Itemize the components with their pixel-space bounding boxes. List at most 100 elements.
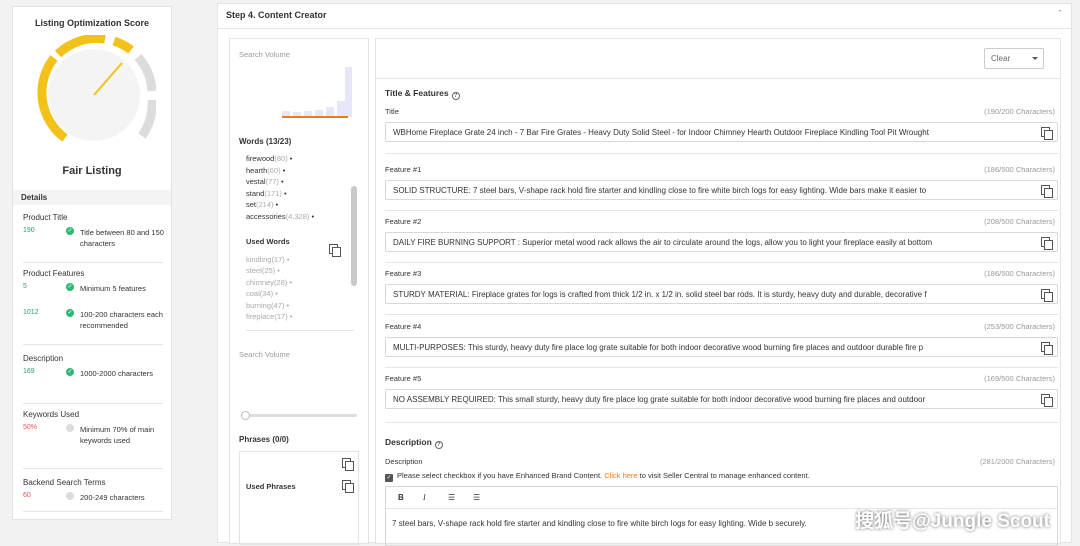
- seller-central-link[interactable]: Click here: [604, 471, 637, 480]
- word: coal: [246, 289, 260, 298]
- used-phrases-header: Used Phrases: [246, 482, 296, 491]
- title-input[interactable]: WBHome Fireplace Grate 24 inch - 7 Bar F…: [385, 122, 1058, 142]
- copy-phrases-icon[interactable]: [342, 458, 354, 471]
- words-scrollbar[interactable]: [351, 186, 357, 286]
- editor-topbar: Clear: [376, 39, 1060, 79]
- help-icon[interactable]: ?: [451, 92, 460, 100]
- description-label: Description: [385, 457, 423, 466]
- word-count: (47): [271, 300, 285, 310]
- word: stand: [246, 188, 265, 198]
- field-count: (186/500 Characters): [984, 269, 1055, 278]
- detail-label: Description: [23, 354, 64, 363]
- word-count: (25): [261, 266, 276, 275]
- feature-4-input[interactable]: MULTI-PURPOSES: This sturdy, heavy duty …: [385, 337, 1058, 357]
- title-features-header: Title & Features?: [385, 88, 460, 100]
- copy-icon[interactable]: [1041, 289, 1053, 302]
- word-count: (171): [264, 188, 282, 198]
- description-section-label: Description: [385, 437, 432, 447]
- check-icon: ✓: [66, 227, 74, 235]
- detail-label: Keywords Used: [23, 410, 80, 419]
- word-item[interactable]: stand(171) •: [246, 188, 354, 200]
- word-count: (214): [256, 200, 274, 209]
- word-count: (80): [274, 154, 288, 163]
- clear-label: Clear: [991, 54, 1011, 63]
- detail-row: 169 ✓ 1000-2000 characters: [23, 368, 163, 394]
- chevron-down-icon: [1032, 57, 1038, 60]
- used-word-item[interactable]: coal(34) •: [246, 288, 354, 300]
- word: kindling: [246, 254, 272, 264]
- field-label: Feature #2: [385, 217, 422, 226]
- feature-2-input[interactable]: DAILY FIRE BURNING SUPPORT : Superior me…: [385, 232, 1058, 252]
- description-count: (281/2000 Characters): [979, 457, 1055, 466]
- copy-icon[interactable]: [1041, 394, 1053, 407]
- title-features-label: Title & Features: [385, 88, 449, 98]
- field-label: Title: [385, 107, 399, 116]
- detail-value: 60: [23, 492, 31, 499]
- word-item[interactable]: vestal(77) •: [246, 176, 354, 188]
- feature-3-input[interactable]: STURDY MATERIAL: Fireplace grates for lo…: [385, 284, 1058, 304]
- phrases-header: Phrases (0/0): [239, 435, 289, 444]
- detail-row: 60 200-249 characters: [23, 492, 163, 518]
- ebc-text: Please select checkbox if you have Enhan…: [397, 471, 603, 480]
- field-count: (190/200 Characters): [984, 107, 1055, 116]
- bullet-list-icon[interactable]: ☰: [473, 493, 480, 502]
- help-icon[interactable]: ?: [434, 441, 443, 449]
- word: vestal: [246, 177, 266, 186]
- step-title: Step 4. Content Creator: [226, 10, 327, 20]
- words-list[interactable]: firewood(80) • hearth(60) • vestal(77) •…: [246, 153, 354, 331]
- detail-label: Product Features: [23, 269, 85, 278]
- collapse-icon[interactable]: ⌃: [1057, 9, 1063, 17]
- field-value: DAILY FIRE BURNING SUPPORT : Superior me…: [393, 238, 933, 247]
- word: set: [246, 200, 257, 209]
- search-volume-slider[interactable]: [241, 411, 357, 420]
- word-count: (17): [274, 312, 288, 321]
- ebc-checkbox[interactable]: ✓: [385, 474, 393, 482]
- word-item[interactable]: hearth(60) •: [246, 165, 354, 177]
- detail-row: 50% Minimum 70% of main keywords used: [23, 424, 163, 450]
- ordered-list-icon[interactable]: ☰: [448, 493, 455, 502]
- content-creator-panel: Step 4. Content Creator ⌃ Search Volume …: [217, 3, 1072, 546]
- feature-5-input[interactable]: NO ASSEMBLY REQUIRED: This small sturdy,…: [385, 389, 1058, 409]
- editor-area: Clear Title & Features? Title (190/200 C…: [375, 38, 1061, 546]
- description-text: 7 steel bars, V-shape rack hold fire sta…: [392, 519, 807, 528]
- keyword-sidebar: Search Volume Words (13/23) firewood(80)…: [229, 38, 369, 545]
- copy-icon[interactable]: [1041, 127, 1053, 140]
- detail-value: 50%: [23, 424, 38, 431]
- field-label: Feature #1: [385, 165, 422, 174]
- field-count: (169/500 Characters): [984, 374, 1055, 383]
- word-item[interactable]: firewood(80) •: [246, 153, 354, 165]
- copy-icon[interactable]: [1041, 237, 1053, 250]
- check-icon: ✓: [66, 309, 74, 317]
- search-volume-chart: [282, 67, 352, 118]
- word-count: (60): [267, 165, 281, 175]
- italic-button[interactable]: I: [423, 493, 426, 502]
- feature-1-input[interactable]: SOLID STRUCTURE: 7 steel bars, V-shape r…: [385, 180, 1058, 200]
- copy-used-words-icon[interactable]: [329, 244, 341, 257]
- copy-icon[interactable]: [1041, 342, 1053, 355]
- detail-product-title: Product Title 190 ✓ Title between 80 and 1…: [23, 213, 164, 263]
- words-header: Words (13/23): [239, 137, 292, 146]
- watermark: 搜狐号@Jungle Scout: [855, 511, 1050, 532]
- details-header: Details: [13, 190, 171, 205]
- score-rating: Fair Listing: [62, 165, 122, 177]
- field-value: SOLID STRUCTURE: 7 steel bars, V-shape r…: [393, 186, 927, 195]
- used-word-item[interactable]: burning(47) •: [246, 300, 354, 312]
- score-panel: Listing Optimization Score Fair Listing …: [12, 6, 172, 520]
- field-value: NO ASSEMBLY REQUIRED: This small sturdy,…: [393, 395, 926, 404]
- word-item[interactable]: set(214) •: [246, 199, 354, 211]
- check-icon: ✓: [66, 283, 74, 291]
- word-count: (28): [273, 277, 288, 287]
- word-item[interactable]: accessories(4,328) •: [246, 211, 354, 223]
- clear-dropdown[interactable]: Clear: [984, 48, 1044, 69]
- detail-text: Minimum 5 features: [80, 284, 146, 293]
- detail-label: Backend Search Terms: [23, 478, 106, 487]
- bold-button[interactable]: B: [398, 493, 404, 502]
- check-icon: ✓: [66, 368, 74, 376]
- used-word-item[interactable]: steel(25) •: [246, 265, 354, 277]
- ebc-checkbox-row: ✓ Please select checkbox if you have Enha…: [385, 471, 810, 482]
- copy-icon[interactable]: [1041, 185, 1053, 198]
- slider-handle[interactable]: [241, 411, 250, 420]
- used-word-item[interactable]: chimney(28) •: [246, 277, 354, 289]
- used-word-item[interactable]: fireplace(17) •: [246, 311, 354, 323]
- copy-used-phrases-icon[interactable]: [342, 480, 354, 493]
